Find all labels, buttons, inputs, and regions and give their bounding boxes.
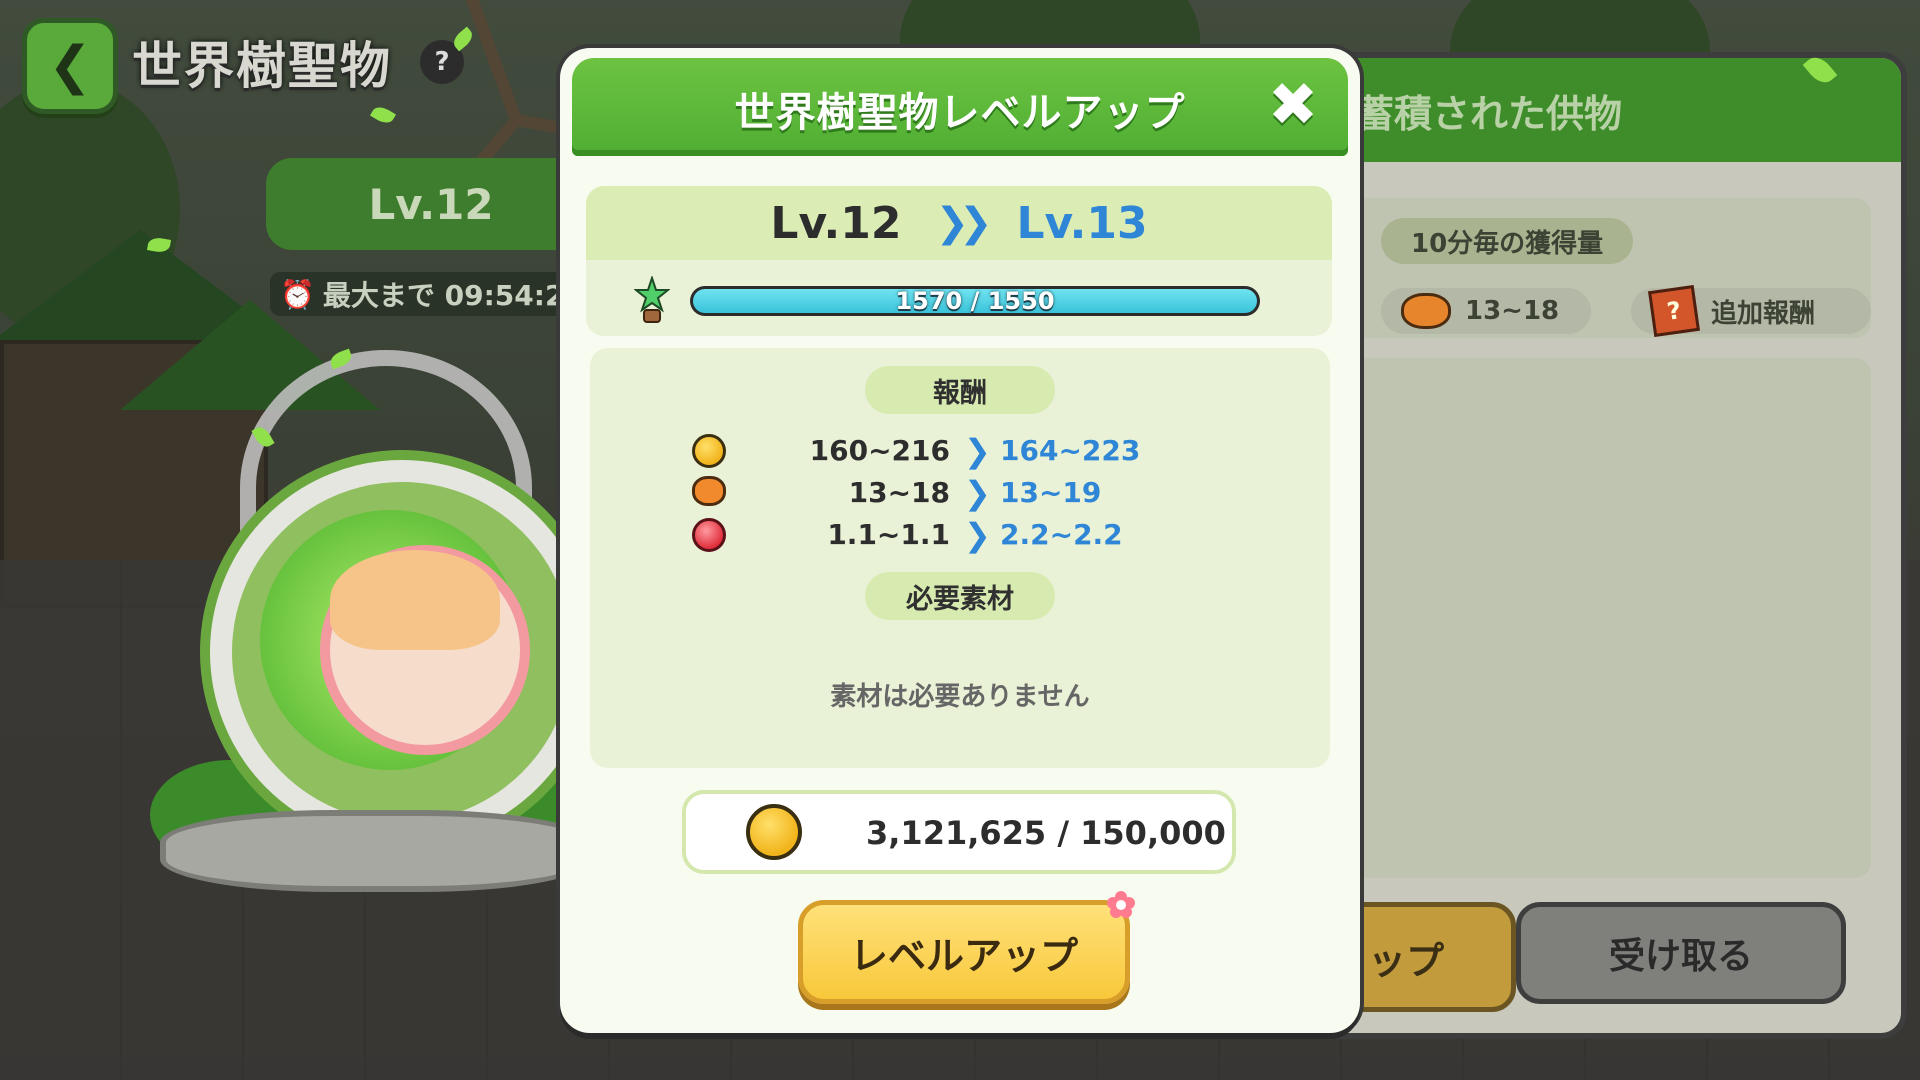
coin-cost-box: 3,121,625 / 150,000 (682, 790, 1236, 874)
reward-from: 1.1~1.1 (827, 518, 950, 551)
reward-from: 160~216 (809, 434, 950, 467)
dialog-title: 世界樹聖物レベルアップ (734, 90, 1186, 136)
relic-pedestal (160, 810, 592, 892)
levelup-button[interactable]: レベルアップ (798, 900, 1130, 1004)
page-title: 世界樹聖物 (132, 37, 392, 95)
next-level: Lv.13 (1016, 197, 1148, 249)
per-10min-label: 10分毎の獲得量 (1381, 218, 1634, 264)
coin-icon (746, 804, 802, 860)
required-materials-label: 必要素材 (865, 572, 1055, 620)
reward-row: 160~216 ❯ 164~223 (590, 432, 1330, 472)
reward-to: 13~19 (1000, 476, 1102, 509)
reward-to: 2.2~2.2 (1000, 518, 1123, 551)
pancake-yield: 13~18 (1381, 288, 1591, 334)
close-icon[interactable]: ✖ (1262, 74, 1324, 136)
timer-label: 最大まで 09:54:2 (322, 279, 565, 312)
coin-icon (692, 434, 726, 468)
chevron-right-icon: ❯ (964, 432, 991, 470)
level-progress-card: Lv.12 ❯❯ Lv.13 1570 / 1550 (586, 186, 1332, 336)
chevron-right-icon: ❯ (964, 516, 991, 554)
relic-level-banner: Lv.12 (266, 158, 596, 250)
pancake-icon (692, 476, 726, 506)
receive-button: 受け取る (1516, 902, 1846, 1004)
alarm-clock-icon: ⏰ (280, 277, 315, 311)
bonus-reward[interactable]: ? 追加報酬 (1631, 285, 1871, 337)
coin-cost-text: 3,121,625 / 150,000 (866, 814, 1226, 852)
max-timer: ⏰ 最大まで 09:54:2 (270, 272, 580, 316)
reward-card: 報酬 160~216 ❯ 164~223 13~18 ❯ 13~19 1.1~1… (590, 348, 1330, 768)
reward-row: 1.1~1.1 ❯ 2.2~2.2 (590, 516, 1330, 556)
chevron-right-icon: ❯ (964, 474, 991, 512)
xp-text: 1570 / 1550 (895, 287, 1055, 315)
current-level: Lv.12 (770, 197, 902, 249)
mystery-box-icon: ? (1648, 285, 1700, 337)
double-chevron-icon: ❯❯ (935, 200, 992, 246)
offerings-panel: 蓄積された供物 10分毎の獲得量 13~18 ? 追加報酬 ップ 受け取る (1296, 52, 1907, 1039)
flower-badge-icon (1107, 891, 1135, 918)
chevron-left-icon: ❮ (48, 36, 92, 96)
reward-label: 報酬 (865, 366, 1055, 414)
no-material-text: 素材は必要ありません (830, 682, 1090, 712)
jelly-icon (692, 518, 726, 552)
pancake-icon (1401, 293, 1451, 329)
back-button[interactable]: ❮ (22, 18, 118, 114)
reward-to: 164~223 (1000, 434, 1141, 467)
star-sprout-icon (634, 276, 670, 323)
reward-from: 13~18 (848, 476, 950, 509)
dialog-header: 世界樹聖物レベルアップ ✖ (572, 58, 1348, 156)
relic-levelup-dialog: 世界樹聖物レベルアップ ✖ Lv.12 ❯❯ Lv.13 1570 / 1550… (560, 48, 1360, 1033)
world-tree-relic[interactable] (150, 330, 594, 892)
reward-row: 13~18 ❯ 13~19 (590, 474, 1330, 514)
